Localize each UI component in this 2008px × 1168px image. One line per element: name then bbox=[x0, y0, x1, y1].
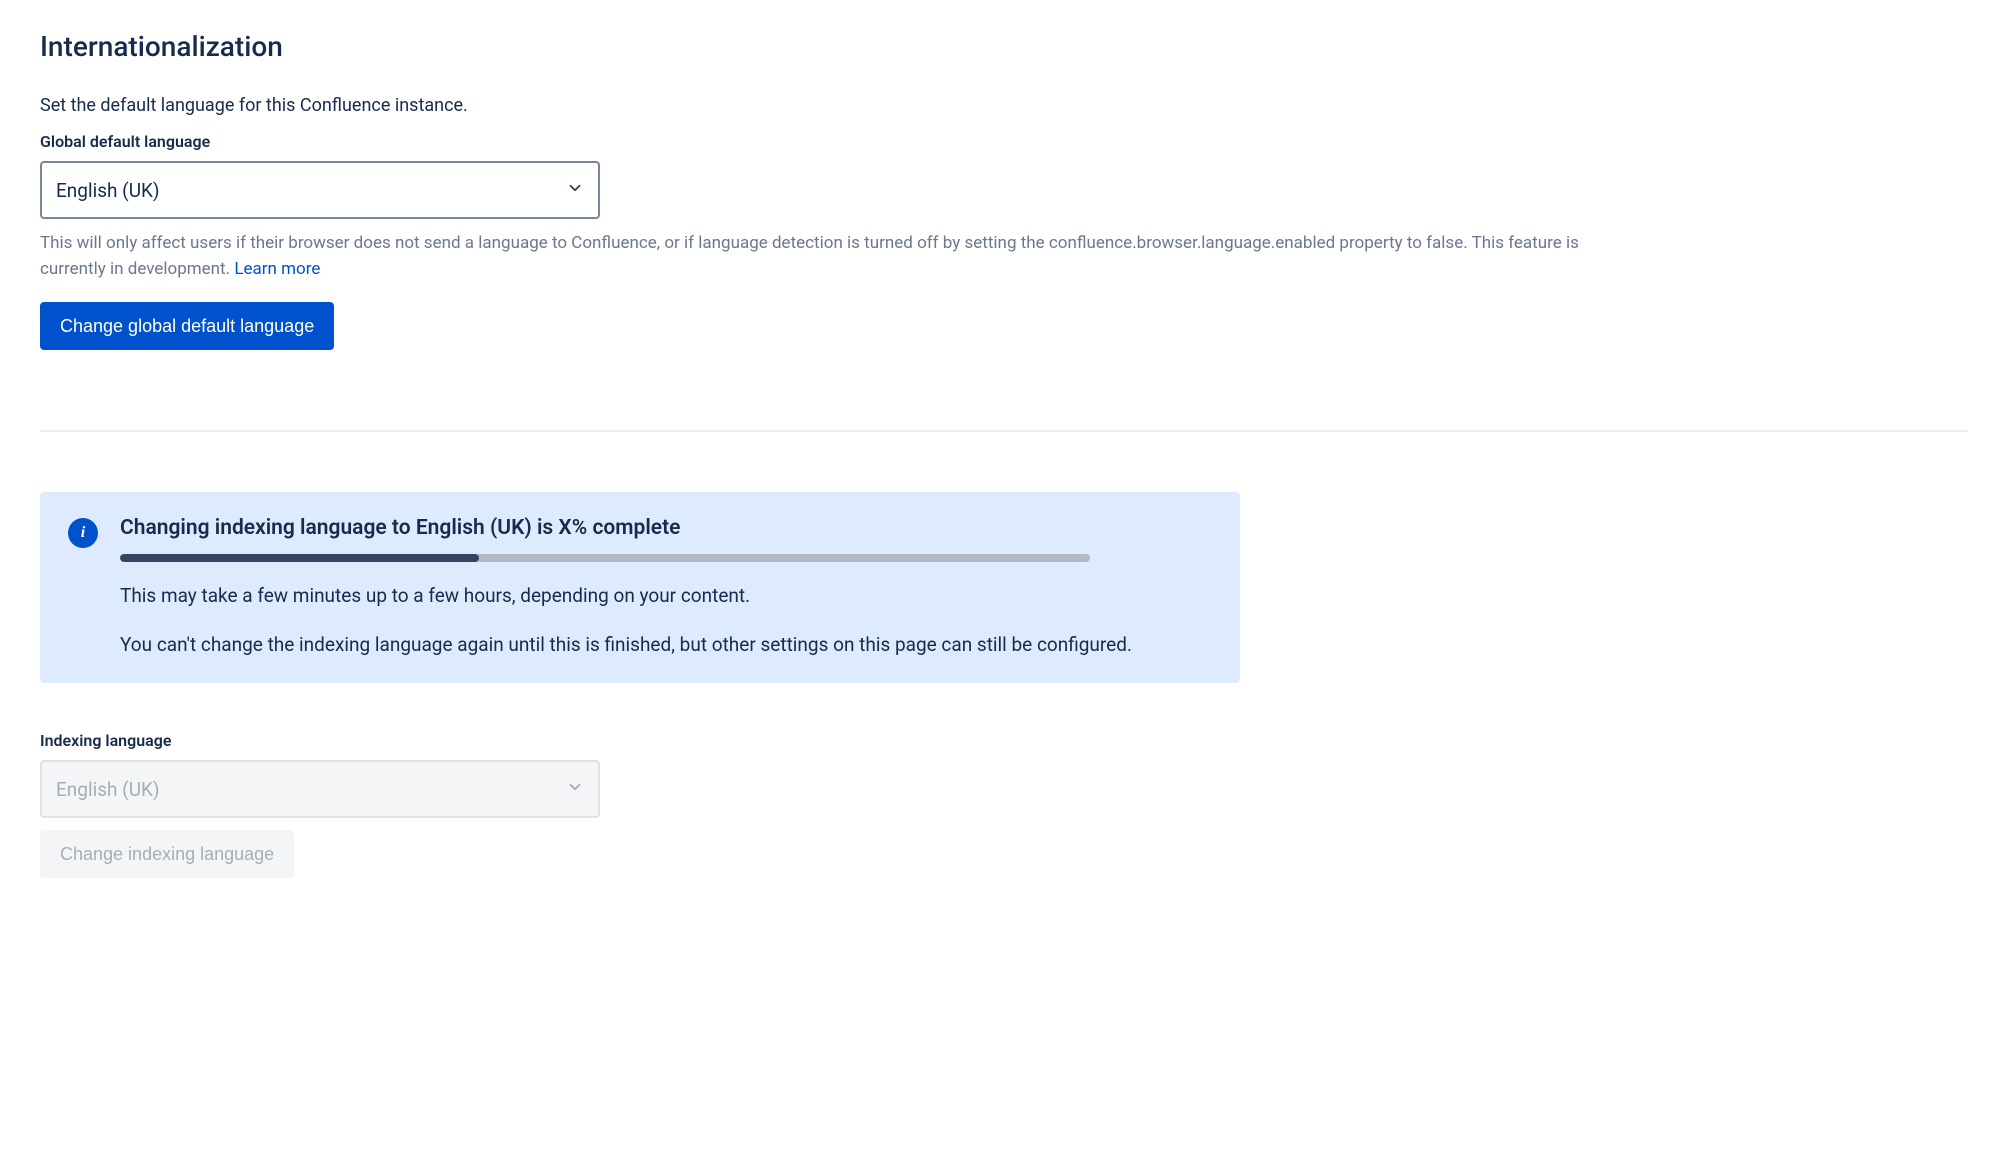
indexing-language-select: English (UK) bbox=[40, 760, 600, 818]
learn-more-link[interactable]: Learn more bbox=[234, 259, 320, 279]
progress-panel-title: Changing indexing language to English (U… bbox=[120, 516, 1212, 540]
section-divider bbox=[40, 430, 1968, 432]
progress-bar-fill bbox=[120, 554, 479, 562]
progress-panel-line2: You can't change the indexing language a… bbox=[120, 631, 1212, 660]
page-title: Internationalization bbox=[40, 30, 1968, 63]
global-language-description: Set the default language for this Conflu… bbox=[40, 95, 1968, 116]
change-indexing-language-button: Change indexing language bbox=[40, 830, 294, 878]
change-global-language-button[interactable]: Change global default language bbox=[40, 302, 334, 350]
info-icon: i bbox=[68, 518, 98, 548]
indexing-language-label: Indexing language bbox=[40, 731, 1968, 750]
global-language-selected-value: English (UK) bbox=[56, 179, 160, 202]
global-language-helper-text: This will only affect users if their bro… bbox=[40, 231, 1640, 282]
indexing-language-selected-value: English (UK) bbox=[56, 778, 160, 801]
progress-panel-line1: This may take a few minutes up to a few … bbox=[120, 582, 1212, 611]
global-language-label: Global default language bbox=[40, 132, 1968, 151]
progress-info-panel: i Changing indexing language to English … bbox=[40, 492, 1240, 683]
progress-bar bbox=[120, 554, 1090, 562]
global-language-select[interactable]: English (UK) bbox=[40, 161, 600, 219]
